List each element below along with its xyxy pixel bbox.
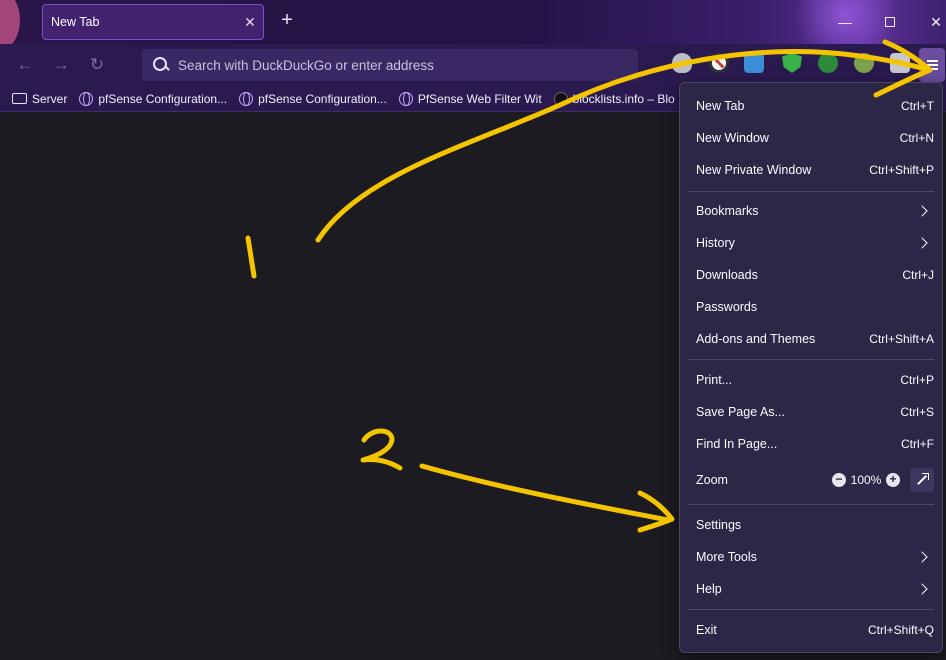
- menu-item-settings[interactable]: Settings: [680, 509, 942, 541]
- chevron-right-icon: [916, 582, 930, 596]
- menu-item-find-in-page[interactable]: Find In Page... Ctrl+F: [680, 428, 942, 460]
- menu-item-label: Zoom: [696, 473, 728, 487]
- zoom-out-button[interactable]: −: [832, 473, 846, 487]
- address-input[interactable]: [178, 57, 618, 73]
- app-menu-panel: New Tab Ctrl+T New Window Ctrl+N New Pri…: [679, 82, 943, 653]
- bookmark-label: PfSense Web Filter Wit: [417, 91, 542, 106]
- menu-item-shortcut: Ctrl+Shift+P: [869, 163, 934, 177]
- menu-separator: [688, 609, 934, 610]
- app-menu-button[interactable]: [919, 48, 945, 82]
- address-bar[interactable]: [142, 49, 638, 81]
- menu-item-label: Print...: [696, 373, 733, 387]
- bookmark-label: blocklists.info – Blo: [572, 91, 675, 106]
- menu-item-label: Save Page As...: [696, 405, 785, 419]
- fullscreen-icon[interactable]: [910, 468, 934, 492]
- back-button[interactable]: ←: [14, 54, 36, 76]
- block-icon[interactable]: [709, 53, 729, 73]
- menu-item-shortcut: Ctrl+Shift+Q: [867, 623, 934, 637]
- forward-button[interactable]: →: [50, 54, 72, 76]
- menu-item-print[interactable]: Print... Ctrl+P: [680, 364, 942, 396]
- menu-item-new-private-window[interactable]: New Private Window Ctrl+Shift+P: [680, 154, 942, 186]
- zoom-controls: − 100% +: [832, 468, 934, 492]
- bookmark-pfsense-web-filter[interactable]: PfSense Web Filter Wit: [398, 91, 542, 106]
- shield-check-icon[interactable]: [782, 53, 802, 73]
- extension-icon[interactable]: [890, 53, 910, 73]
- folder-icon: [12, 93, 27, 104]
- menu-item-label: New Private Window: [696, 163, 812, 177]
- tab-close-icon[interactable]: ✕: [237, 14, 263, 31]
- zoom-reset-button[interactable]: 100%: [846, 473, 886, 487]
- menu-separator: [688, 191, 934, 192]
- close-window-button[interactable]: ✕: [926, 12, 946, 32]
- menu-item-new-tab[interactable]: New Tab Ctrl+T: [680, 90, 942, 122]
- new-tab-button[interactable]: +: [276, 10, 298, 32]
- menu-item-label: Help: [696, 582, 722, 596]
- menu-item-shortcut: Ctrl+J: [902, 268, 934, 282]
- tab-icon[interactable]: [744, 53, 764, 73]
- menu-item-label: Downloads: [696, 268, 758, 282]
- maximize-button[interactable]: [880, 12, 900, 32]
- bookmark-pfsense-config-1[interactable]: pfSense Configuration...: [79, 91, 228, 106]
- zoom-in-button[interactable]: +: [886, 473, 900, 487]
- menu-item-label: Find In Page...: [696, 437, 778, 451]
- menu-item-exit[interactable]: Exit Ctrl+Shift+Q: [680, 614, 942, 646]
- frog-icon[interactable]: [854, 53, 874, 73]
- bookmark-pfsense-config-2[interactable]: pfSense Configuration...: [239, 91, 387, 106]
- leaf-icon[interactable]: [818, 53, 838, 73]
- menu-item-passwords[interactable]: Passwords: [680, 291, 942, 323]
- menu-item-label: History: [696, 236, 735, 250]
- menu-item-shortcut: Ctrl+S: [900, 405, 934, 419]
- menu-separator: [688, 359, 934, 360]
- menu-item-zoom: Zoom − 100% +: [680, 464, 942, 496]
- menu-item-shortcut: Ctrl+P: [900, 373, 934, 387]
- blocklists-icon: [553, 91, 568, 106]
- tab-strip: New Tab ✕ + — ✕: [0, 0, 946, 44]
- theme-decoration: [0, 0, 20, 44]
- bookmark-server[interactable]: Server: [12, 92, 67, 106]
- menu-item-label: Passwords: [696, 300, 758, 314]
- menu-item-shortcut: Ctrl+N: [899, 131, 934, 145]
- bookmark-blocklists[interactable]: blocklists.info – Blo: [553, 91, 675, 106]
- menu-item-shortcut: Ctrl+Shift+A: [869, 332, 934, 346]
- menu-item-label: Add-ons and Themes: [696, 332, 816, 346]
- globe-icon: [79, 91, 94, 106]
- chevron-right-icon: [916, 204, 930, 218]
- tab-title: New Tab: [51, 15, 100, 29]
- menu-item-label: New Window: [696, 131, 769, 145]
- menu-item-label: Bookmarks: [696, 204, 759, 218]
- menu-item-downloads[interactable]: Downloads Ctrl+J: [680, 259, 942, 291]
- hamburger-icon: [927, 60, 938, 62]
- reload-button[interactable]: ↻: [86, 54, 108, 76]
- bookmark-label: pfSense Configuration...: [98, 91, 228, 106]
- globe-icon: [239, 91, 254, 106]
- bookmark-label: pfSense Configuration...: [258, 91, 387, 106]
- menu-item-help[interactable]: Help: [680, 573, 942, 605]
- privacy-badger-icon[interactable]: [672, 53, 692, 73]
- menu-item-label: Exit: [696, 623, 717, 637]
- search-icon: [152, 56, 170, 74]
- menu-item-label: Settings: [696, 518, 742, 532]
- navigation-toolbar: ← → ↻: [0, 44, 946, 86]
- menu-item-save-page-as[interactable]: Save Page As... Ctrl+S: [680, 396, 942, 428]
- menu-item-history[interactable]: History: [680, 227, 942, 259]
- menu-separator: [688, 504, 934, 505]
- minimize-button[interactable]: —: [835, 12, 855, 32]
- globe-icon: [398, 91, 413, 106]
- menu-item-label: More Tools: [696, 550, 757, 564]
- chevron-right-icon: [916, 236, 930, 250]
- maximize-icon: [885, 17, 895, 27]
- menu-item-shortcut: Ctrl+T: [901, 99, 934, 113]
- bookmark-label: Server: [32, 91, 68, 106]
- chevron-right-icon: [916, 550, 930, 564]
- menu-item-more-tools[interactable]: More Tools: [680, 541, 942, 573]
- tab-new-tab[interactable]: New Tab ✕: [42, 4, 264, 40]
- menu-item-shortcut: Ctrl+F: [901, 437, 934, 451]
- menu-item-label: New Tab: [696, 99, 745, 113]
- menu-item-new-window[interactable]: New Window Ctrl+N: [680, 122, 942, 154]
- menu-item-addons-themes[interactable]: Add-ons and Themes Ctrl+Shift+A: [680, 323, 942, 355]
- menu-item-bookmarks[interactable]: Bookmarks: [680, 195, 942, 227]
